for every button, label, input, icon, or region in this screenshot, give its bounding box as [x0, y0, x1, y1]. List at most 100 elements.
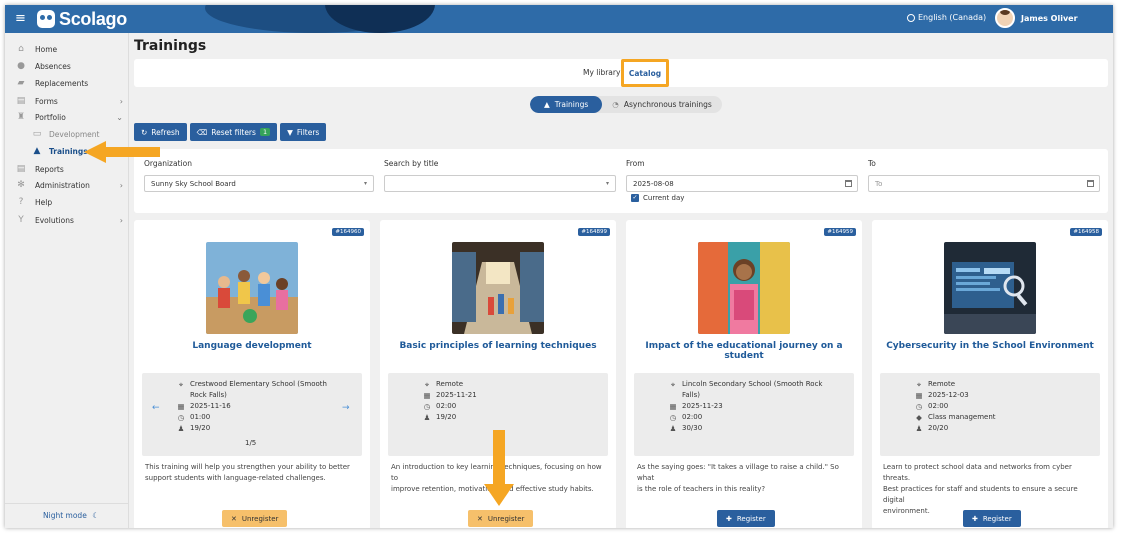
training-image	[944, 242, 1036, 334]
training-title[interactable]: Impact of the educational journey on a s…	[626, 341, 862, 361]
date-row: ▦ 2025-12-03	[915, 390, 969, 401]
chevron-down-icon: ⌄	[116, 112, 123, 122]
tab-catalog[interactable]: Catalog	[621, 59, 669, 87]
sidebar-item-label: Help	[35, 197, 53, 207]
sidebar-item-home[interactable]: ⌂ Home	[15, 42, 123, 56]
to-label: To	[868, 159, 876, 168]
filters-button[interactable]: ▼ Filters	[280, 123, 327, 141]
sidebar-item-help[interactable]: ? Help	[15, 195, 123, 209]
location-line: Lincoln Secondary School (Smooth Rock	[682, 380, 823, 388]
session-pager: 1/5	[245, 439, 257, 447]
category-value: Class management	[928, 413, 996, 421]
register-button[interactable]: ✚ Register	[963, 510, 1021, 527]
form-icon: ▤	[16, 96, 26, 106]
segment-trainings[interactable]: ▲ Trainings	[530, 96, 603, 113]
training-description: As the saying goes: "It takes a village …	[637, 462, 851, 495]
location-text: Remote	[436, 380, 464, 388]
training-title[interactable]: Basic principles of learning techniques	[380, 341, 616, 351]
trophy-icon: ♜	[16, 112, 26, 122]
training-type-toggle: ▲ Trainings ◔ Asynchronous trainings	[530, 96, 722, 113]
sidebar-item-development[interactable]: ▭ Development	[31, 127, 123, 141]
date-value: 2025-12-03	[928, 391, 969, 399]
calendar-icon: ▦	[423, 391, 431, 400]
training-title[interactable]: Language development	[134, 341, 370, 351]
training-id-badge: #164958	[1070, 228, 1102, 236]
training-card[interactable]: #164959 Impact of the educational journe…	[626, 220, 862, 528]
sidebar-item-label: Replacements	[35, 78, 89, 88]
arrow-right-icon[interactable]: →	[342, 403, 350, 413]
annotation-arrow-left-icon	[84, 141, 160, 163]
graduation-cap-icon: ▲	[544, 100, 550, 109]
duration-value: 02:00	[436, 402, 457, 410]
location-pin-icon: ⌖	[916, 380, 922, 389]
branch-icon: Y	[18, 215, 24, 225]
date-value: 2025-11-21	[436, 391, 477, 399]
graduation-cap-icon: ▲	[33, 146, 41, 156]
search-title-select[interactable]: ▾	[384, 175, 616, 192]
sidebar-item-forms[interactable]: ▤ Forms ›	[15, 94, 123, 108]
moon-icon: ☾	[92, 511, 99, 520]
sidebar-item-label: Portfolio	[35, 112, 66, 122]
sidebar-item-administration[interactable]: ✻ Administration ›	[15, 178, 123, 192]
training-title[interactable]: Cybersecurity in the School Environment	[872, 341, 1108, 351]
search-label: Search by title	[384, 159, 439, 168]
language-selector[interactable]: English (Canada)	[907, 13, 986, 22]
people-icon: ♟	[177, 424, 185, 433]
register-button[interactable]: ✚ Register	[717, 510, 775, 527]
seats-value: 30/30	[682, 424, 703, 432]
location-row: ⌖ Remote	[915, 379, 955, 390]
gear-icon: ✻	[17, 180, 25, 190]
unregister-button[interactable]: ✕ Unregister	[222, 510, 288, 527]
description-line: support students with language-related c…	[145, 474, 326, 482]
unregister-button[interactable]: ✕ Unregister	[468, 510, 534, 527]
sidebar-item-reports[interactable]: ▤ Reports	[15, 162, 123, 176]
arrow-left-icon[interactable]: ←	[152, 403, 160, 413]
funnel-icon: ▼	[287, 127, 293, 137]
description-line: environment.	[883, 507, 930, 515]
sidebar-item-label: Absences	[35, 61, 71, 71]
sidebar-item-absences[interactable]: ● Absences	[15, 59, 123, 73]
filters-label: Filters	[296, 127, 320, 137]
certificate-icon: ▭	[32, 129, 42, 139]
tag-icon: ◆	[916, 413, 922, 422]
training-description: This training will help you strengthen y…	[145, 462, 359, 484]
people-icon: ♟	[669, 424, 677, 433]
current-day-checkbox[interactable]: ✓ Current day	[631, 194, 684, 202]
training-image	[698, 242, 790, 334]
calendar-icon: ▦	[177, 402, 185, 411]
filter-count-badge: 1	[259, 128, 271, 136]
location-text: Lincoln Secondary School (Smooth Rock Fal…	[682, 379, 822, 401]
seats-value: 20/20	[928, 424, 949, 432]
organization-select[interactable]: Sunny Sky School Board ▾	[144, 175, 374, 192]
to-date-input[interactable]: To	[868, 175, 1100, 192]
logo[interactable]: Scolago	[37, 7, 127, 31]
chevron-right-icon: ›	[119, 96, 123, 106]
training-card[interactable]: #164958 Cybersecurity in the School Envi…	[872, 220, 1108, 528]
tab-my-library[interactable]: My library	[583, 68, 620, 77]
sidebar-item-portfolio[interactable]: ♜ Portfolio ⌄	[15, 110, 123, 124]
refresh-button[interactable]: ↻ Refresh	[134, 123, 187, 141]
night-mode-toggle[interactable]: Night mode ☾	[43, 511, 99, 520]
duration-value: 01:00	[190, 413, 211, 421]
add-user-icon: ✚	[726, 514, 732, 523]
add-user-icon: ✚	[972, 514, 978, 523]
duration-row: ◷ 01:00	[177, 412, 210, 423]
calendar-icon: ▦	[669, 402, 677, 411]
segment-asynchronous[interactable]: ◔ Asynchronous trainings	[602, 96, 722, 113]
training-image	[452, 242, 544, 334]
chevron-down-icon: ▾	[363, 180, 367, 187]
sidebar-item-evolutions[interactable]: Y Evolutions ›	[15, 213, 123, 227]
divider	[5, 503, 129, 504]
date-value: 2025-11-23	[682, 402, 723, 410]
reset-filters-button[interactable]: ⌫ Reset filters 1	[189, 123, 278, 141]
training-card[interactable]: #164960 Language development ← → ⌖ Crest…	[134, 220, 370, 528]
user-menu[interactable]: James Oliver	[995, 8, 1078, 28]
from-date-input[interactable]: 2025-08-08	[626, 175, 858, 192]
unregister-icon: ✕	[477, 514, 483, 523]
sidebar-item-replacements[interactable]: ▰ Replacements	[15, 76, 123, 90]
duration-value: 02:00	[928, 402, 949, 410]
menu-icon[interactable]: ≡	[15, 12, 27, 26]
people-icon: ♟	[915, 424, 923, 433]
sidebar-item-label: Development	[49, 129, 100, 139]
sidebar-item-label: Reports	[35, 164, 64, 174]
